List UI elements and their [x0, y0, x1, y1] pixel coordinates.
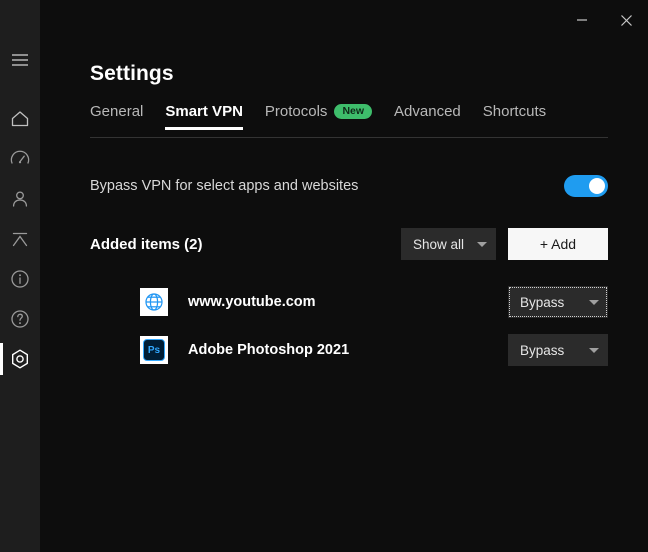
bypass-vpn-row: Bypass VPN for select apps and websites	[90, 172, 608, 200]
tab-label: Protocols	[264, 103, 328, 120]
new-badge: New	[334, 103, 373, 120]
show-all-label: Show all	[413, 236, 465, 252]
list-item[interactable]: www.youtube.com Bypass	[90, 278, 608, 326]
list-item-mode-dropdown[interactable]: Bypass	[508, 286, 608, 318]
tab-smart-vpn[interactable]: Smart VPN	[165, 103, 243, 130]
settings-tabs: General Smart VPN Protocols New Advanced…	[90, 103, 608, 138]
bypass-vpn-toggle[interactable]	[564, 175, 608, 197]
sidebar-item-info[interactable]	[0, 259, 40, 299]
chevron-down-icon	[589, 347, 599, 353]
page-title: Settings	[90, 62, 174, 86]
tab-shortcuts[interactable]: Shortcuts	[483, 103, 546, 129]
photoshop-glyph: Ps	[143, 339, 165, 361]
info-icon	[11, 270, 29, 288]
show-all-dropdown[interactable]: Show all	[401, 228, 496, 260]
sidebar-item-speed[interactable]	[0, 139, 40, 179]
minimize-icon	[577, 19, 587, 21]
list-item-mode-dropdown[interactable]: Bypass	[508, 334, 608, 366]
tab-protocols[interactable]: Protocols New	[264, 103, 373, 129]
account-icon	[12, 191, 28, 207]
home-icon	[11, 111, 29, 127]
split-tunnel-icon	[12, 232, 28, 247]
sidebar-item-help[interactable]	[0, 299, 40, 339]
globe-icon	[140, 288, 168, 316]
sidebar-item-account[interactable]	[0, 179, 40, 219]
added-items-list: www.youtube.com Bypass Ps Adobe Photosho…	[90, 278, 608, 374]
list-item-mode-label: Bypass	[520, 342, 565, 358]
minimize-button[interactable]	[560, 0, 604, 40]
photoshop-icon: Ps	[140, 336, 168, 364]
tab-label: Smart VPN	[165, 103, 243, 120]
menu-icon	[12, 54, 28, 66]
globe-glyph	[145, 293, 163, 311]
added-items-actions: Show all + Add	[401, 228, 608, 260]
list-item-label: Adobe Photoshop 2021	[188, 342, 350, 358]
sidebar-item-settings[interactable]	[0, 339, 40, 379]
sidebar-item-split-tunnel[interactable]	[0, 219, 40, 259]
close-button[interactable]	[604, 0, 648, 40]
tab-label: General	[90, 103, 144, 120]
sidebar-item-menu[interactable]	[0, 40, 40, 80]
main-content: Settings General Smart VPN Protocols New…	[40, 0, 648, 552]
list-item-label: www.youtube.com	[188, 294, 316, 310]
tab-advanced[interactable]: Advanced	[394, 103, 461, 129]
sidebar	[0, 0, 40, 552]
tab-general[interactable]: General	[90, 103, 143, 129]
list-item[interactable]: Ps Adobe Photoshop 2021 Bypass	[90, 326, 608, 374]
tab-label: Advanced	[394, 103, 461, 120]
sidebar-item-home[interactable]	[0, 99, 40, 139]
window-controls	[560, 0, 648, 40]
chevron-down-icon	[589, 299, 599, 305]
close-icon	[620, 14, 632, 26]
app-window: Settings General Smart VPN Protocols New…	[0, 0, 648, 552]
added-items-title: Added items (2)	[90, 235, 203, 253]
toggle-knob	[589, 178, 605, 194]
list-item-mode-label: Bypass	[520, 294, 565, 310]
added-items-header: Added items (2) Show all + Add	[90, 228, 608, 260]
help-icon	[11, 310, 29, 328]
speedometer-icon	[10, 150, 30, 164]
add-button[interactable]: + Add	[508, 228, 608, 260]
chevron-down-icon	[477, 241, 487, 247]
settings-icon	[12, 349, 28, 369]
bypass-vpn-label: Bypass VPN for select apps and websites	[90, 178, 359, 194]
tab-label: Shortcuts	[482, 103, 547, 120]
